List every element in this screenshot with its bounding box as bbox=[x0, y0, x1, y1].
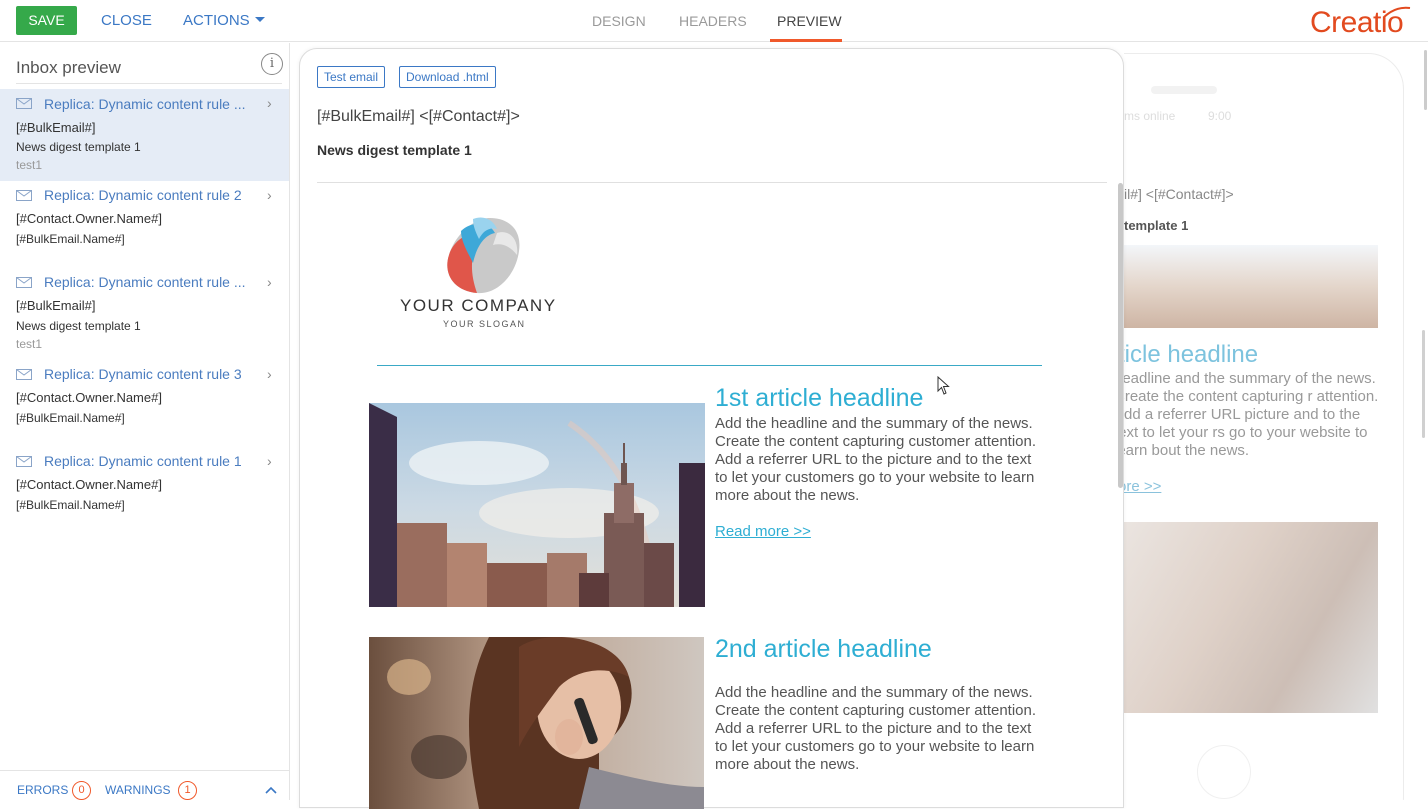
mobile-status-text: ms online bbox=[1124, 109, 1176, 123]
actions-button[interactable]: ACTIONS bbox=[183, 12, 265, 29]
chevron-right-icon: › bbox=[267, 274, 272, 290]
tab-design[interactable]: DESIGN bbox=[592, 13, 646, 29]
inbox-item-template: [#BulkEmail.Name#] bbox=[16, 232, 125, 246]
caret-down-icon bbox=[254, 16, 265, 22]
inbox-item-subject: Replica: Dynamic content rule ... bbox=[44, 274, 246, 290]
errors-label[interactable]: ERRORS bbox=[17, 783, 68, 797]
header-divider bbox=[377, 365, 1042, 366]
email-header-line: [#BulkEmail#] <[#Contact#]> bbox=[317, 108, 520, 125]
article-image-woman-phone bbox=[369, 637, 704, 809]
inbox-item[interactable]: Replica: Dynamic content rule ... › [#Bu… bbox=[0, 268, 289, 360]
tab-headers[interactable]: HEADERS bbox=[679, 13, 747, 29]
mobile-article-image bbox=[1124, 522, 1378, 713]
article-image-city bbox=[369, 403, 705, 607]
article-headline: 2nd article headline bbox=[715, 635, 932, 663]
mobile-preview: ms online 9:00 il#] <[#Contact#]> templa… bbox=[1124, 43, 1428, 800]
chevron-right-icon: › bbox=[267, 95, 272, 111]
info-icon[interactable]: i bbox=[261, 53, 283, 75]
inbox-item-from: [#BulkEmail#] bbox=[16, 120, 96, 135]
warnings-label[interactable]: WARNINGS bbox=[105, 783, 171, 797]
inbox-item-template: [#BulkEmail.Name#] bbox=[16, 411, 125, 425]
chevron-up-icon[interactable] bbox=[265, 784, 277, 796]
divider bbox=[16, 83, 282, 84]
chevron-right-icon: › bbox=[267, 187, 272, 203]
inbox-item-template: News digest template 1 bbox=[16, 319, 141, 333]
chevron-right-icon: › bbox=[267, 453, 272, 469]
mobile-body: headline and the summary of the news. Cr… bbox=[1124, 370, 1379, 459]
email-subject: News digest template 1 bbox=[317, 142, 472, 158]
warnings-count-badge: 1 bbox=[178, 781, 197, 800]
mobile-subject: template 1 bbox=[1124, 218, 1189, 233]
phone-home-button bbox=[1197, 745, 1251, 799]
read-more-link[interactable]: Read more >> bbox=[715, 523, 811, 540]
inbox-item[interactable]: Replica: Dynamic content rule 3 › [#Cont… bbox=[0, 360, 289, 446]
inbox-item-template: [#BulkEmail.Name#] bbox=[16, 498, 125, 512]
save-button[interactable]: SAVE bbox=[16, 6, 77, 35]
validation-footer: ERRORS 0 WARNINGS 1 bbox=[0, 770, 289, 800]
divider bbox=[317, 182, 1107, 183]
inbox-item-from: [#Contact.Owner.Name#] bbox=[16, 477, 162, 492]
inbox-item[interactable]: Replica: Dynamic content rule 2 › [#Cont… bbox=[0, 181, 289, 267]
email-preview-card: Test email Download .html [#BulkEmail#] … bbox=[299, 48, 1124, 809]
download-html-button[interactable]: Download .html bbox=[399, 66, 496, 88]
chevron-right-icon: › bbox=[267, 366, 272, 382]
preview-scrollbar[interactable] bbox=[1118, 183, 1123, 488]
phone-speaker bbox=[1151, 86, 1217, 94]
mobile-scrollbar[interactable] bbox=[1422, 330, 1425, 438]
mobile-status-time: 9:00 bbox=[1208, 109, 1232, 123]
mobile-headline: rticle headline bbox=[1124, 341, 1259, 368]
company-logo-icon bbox=[447, 217, 520, 294]
close-button[interactable]: CLOSE bbox=[101, 12, 152, 29]
envelope-icon bbox=[16, 369, 32, 380]
inbox-preview-title: Inbox preview bbox=[16, 58, 121, 77]
mobile-header-line: il#] <[#Contact#]> bbox=[1124, 186, 1234, 202]
inbox-preview-panel: Inbox preview i Replica: Dynamic content… bbox=[0, 43, 290, 800]
inbox-item-preview: test1 bbox=[16, 337, 43, 351]
company-slogan: YOUR SLOGAN bbox=[443, 319, 526, 329]
inbox-item[interactable]: Replica: Dynamic content rule ... › [#Bu… bbox=[0, 89, 289, 181]
mobile-read-more: ore >> bbox=[1124, 478, 1162, 495]
top-toolbar: SAVE CLOSE ACTIONS DESIGN HEADERS PREVIE… bbox=[0, 0, 1428, 42]
envelope-icon bbox=[16, 190, 32, 201]
actions-label: ACTIONS bbox=[183, 12, 250, 29]
tab-preview[interactable]: PREVIEW bbox=[777, 13, 842, 29]
inbox-item-from: [#Contact.Owner.Name#] bbox=[16, 211, 162, 226]
article-body: Add the headline and the summary of the … bbox=[715, 684, 1037, 773]
inbox-item-from: [#Contact.Owner.Name#] bbox=[16, 390, 162, 405]
article-body: Add the headline and the summary of the … bbox=[715, 415, 1037, 504]
envelope-icon bbox=[16, 98, 32, 109]
article-headline: 1st article headline bbox=[715, 384, 924, 412]
inbox-item-from: [#BulkEmail#] bbox=[16, 298, 96, 313]
logo-swoosh-icon bbox=[1383, 6, 1411, 18]
envelope-icon bbox=[16, 456, 32, 467]
mobile-article-image bbox=[1124, 245, 1378, 328]
inbox-item-subject: Replica: Dynamic content rule 3 bbox=[44, 366, 242, 382]
mouse-cursor-icon bbox=[937, 376, 950, 395]
inbox-item-subject: Replica: Dynamic content rule 1 bbox=[44, 453, 242, 469]
inbox-item-subject: Replica: Dynamic content rule ... bbox=[44, 96, 246, 112]
inbox-item-preview: test1 bbox=[16, 158, 43, 172]
envelope-icon bbox=[16, 277, 32, 288]
errors-count-badge: 0 bbox=[72, 781, 91, 800]
company-name: YOUR COMPANY bbox=[400, 296, 557, 315]
test-email-button[interactable]: Test email bbox=[317, 66, 386, 88]
inbox-item-template: News digest template 1 bbox=[16, 140, 141, 154]
inbox-item-subject: Replica: Dynamic content rule 2 bbox=[44, 187, 242, 203]
active-tab-indicator bbox=[770, 39, 842, 42]
page-scrollbar[interactable] bbox=[1424, 50, 1427, 110]
inbox-item[interactable]: Replica: Dynamic content rule 1 › [#Cont… bbox=[0, 447, 289, 533]
